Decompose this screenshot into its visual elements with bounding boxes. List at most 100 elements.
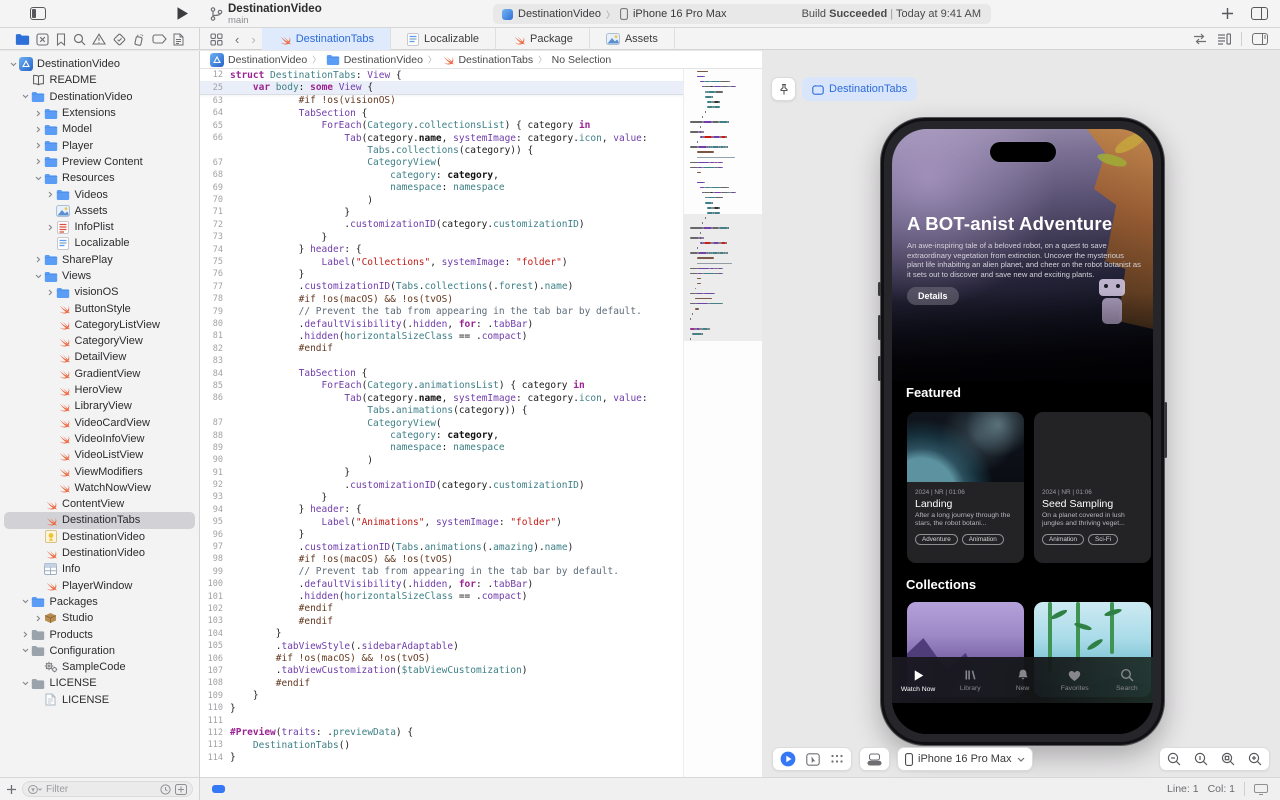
code-line-108[interactable]: 108 #endif (200, 677, 683, 689)
chevron-right-icon[interactable] (33, 158, 43, 165)
file-tree-item-studio[interactable]: Studio (0, 610, 199, 626)
line-number[interactable]: 94 (200, 505, 230, 515)
forward-button[interactable]: › (245, 32, 261, 47)
file-tree-item-extensions[interactable]: Extensions (0, 105, 199, 121)
code-line-109[interactable]: 109 } (200, 690, 683, 702)
line-number[interactable]: 105 (200, 641, 230, 651)
code-line-75[interactable]: 75 Label("Collections", systemImage: "fo… (200, 256, 683, 268)
file-tree-item-gradientview[interactable]: GradientView (0, 366, 199, 382)
code-line-69[interactable]: 69 namespace: namespace (200, 182, 683, 194)
preview-device-selector[interactable]: iPhone 16 Pro Max (897, 747, 1033, 771)
line-number[interactable]: 93 (200, 492, 230, 502)
code-line-91[interactable]: 91 } (200, 467, 683, 479)
file-tree-item-buttonstyle[interactable]: ButtonStyle (0, 300, 199, 316)
line-number[interactable]: 96 (200, 530, 230, 540)
code-line-101[interactable]: 101 .hidden(horizontalSizeClass == .comp… (200, 590, 683, 602)
code-line-wrap[interactable]: Tabs.collections(category)) { (200, 144, 683, 156)
line-number[interactable]: 106 (200, 654, 230, 664)
video-card-landing[interactable]: 2024 | NR | 01:06LandingAfter a long jou… (907, 412, 1024, 563)
source-editor[interactable]: 12struct DestinationTabs: View {25 var b… (200, 69, 762, 777)
preview-target-chip[interactable]: DestinationTabs (802, 77, 917, 101)
file-tree-item-resources[interactable]: Resources (0, 170, 199, 186)
file-tree-item-shareplay[interactable]: SharePlay (0, 252, 199, 268)
chevron-right-icon[interactable] (33, 142, 43, 149)
code-line-12[interactable]: 12struct DestinationTabs: View { (200, 69, 683, 81)
line-number[interactable]: 66 (200, 133, 230, 143)
code-line-86[interactable]: 86 Tab(category.name, systemImage: categ… (200, 392, 683, 404)
file-tree-item-videolistview[interactable]: VideoListView (0, 447, 199, 463)
phone-tab-library[interactable]: Library (944, 657, 996, 703)
line-number[interactable]: 92 (200, 480, 230, 490)
file-tree-item-viewmodifiers[interactable]: ViewModifiers (0, 463, 199, 479)
chevron-down-icon[interactable] (33, 274, 43, 279)
file-tree-item-destinationvideo[interactable]: DestinationVideo (0, 529, 199, 545)
code-line-84[interactable]: 84 TabSection { (200, 367, 683, 379)
inspector-toggle-icon[interactable] (1252, 33, 1268, 45)
project-navigator-icon[interactable] (15, 33, 30, 45)
line-number[interactable]: 87 (200, 418, 230, 428)
line-number[interactable]: 25 (200, 83, 230, 93)
line-number[interactable]: 107 (200, 666, 230, 676)
code-line-100[interactable]: 100 .defaultVisibility(.hidden, for: .ta… (200, 578, 683, 590)
code-line-88[interactable]: 88 category: category, (200, 429, 683, 441)
chevron-right-icon[interactable] (46, 191, 56, 198)
line-number[interactable]: 68 (200, 170, 230, 180)
code-line-85[interactable]: 85 ForEach(Category.animationsList) { ca… (200, 380, 683, 392)
device-settings-button[interactable] (859, 747, 890, 771)
file-tree-item-readme[interactable]: README (0, 72, 199, 88)
live-preview-button[interactable] (780, 751, 796, 767)
code-line-94[interactable]: 94 } header: { (200, 504, 683, 516)
line-number[interactable]: 72 (200, 220, 230, 230)
code-line-90[interactable]: 90 ) (200, 454, 683, 466)
file-tree-item-info[interactable]: Info (0, 561, 199, 577)
jumpbar-item[interactable]: DestinationTabs (441, 53, 533, 66)
line-number[interactable]: 65 (200, 121, 230, 131)
file-tree-item-destinationvideo[interactable]: DestinationVideo (0, 545, 199, 561)
jumpbar-item[interactable]: DestinationVideo (210, 53, 307, 67)
file-tree-item-detailview[interactable]: DetailView (0, 349, 199, 365)
video-card-seed-sampling[interactable]: 2024 | NR | 01:06Seed SamplingOn a plane… (1034, 412, 1151, 563)
add-tab-button[interactable] (1220, 6, 1235, 21)
code-line-64[interactable]: 64 TabSection { (200, 107, 683, 119)
code-line-81[interactable]: 81 .hidden(horizontalSizeClass == .compa… (200, 330, 683, 342)
code-line-105[interactable]: 105 .tabViewStyle(.sidebarAdaptable) (200, 640, 683, 652)
code-line-97[interactable]: 97 .customizationID(Tabs.animations(.ama… (200, 541, 683, 553)
editor-layout-button[interactable] (1251, 7, 1268, 20)
chevron-right-icon[interactable] (33, 615, 43, 622)
editor-tab-package[interactable]: Package (496, 28, 590, 50)
file-tree-item-playerwindow[interactable]: PlayerWindow (0, 578, 199, 594)
line-number[interactable]: 111 (200, 716, 230, 726)
code-line-66[interactable]: 66 Tab(category.name, systemImage: categ… (200, 132, 683, 144)
phone-tab-new[interactable]: New (996, 657, 1048, 703)
zoom-actual-size-button[interactable] (1194, 752, 1208, 766)
line-number[interactable]: 101 (200, 592, 230, 602)
zoom-out-button[interactable] (1167, 752, 1181, 766)
line-number[interactable]: 77 (200, 282, 230, 292)
chevron-down-icon[interactable] (21, 94, 31, 99)
tab-overview-icon[interactable] (200, 33, 229, 46)
zoom-to-fit-button[interactable] (1221, 752, 1235, 766)
file-tree-item-license[interactable]: LICENSE (0, 675, 199, 691)
jumpbar-item[interactable]: No Selection (552, 54, 612, 66)
run-button[interactable] (176, 6, 189, 21)
chevron-down-icon[interactable] (21, 648, 31, 653)
debug-icon[interactable] (133, 33, 145, 46)
code-line-80[interactable]: 80 .defaultVisibility(.hidden, for: .tab… (200, 318, 683, 330)
filter-field[interactable]: Filter (22, 781, 193, 797)
file-tree-item-heroview[interactable]: HeroView (0, 382, 199, 398)
code-line-113[interactable]: 113 DestinationTabs() (200, 739, 683, 751)
file-tree-item-model[interactable]: Model (0, 121, 199, 137)
scheme-selector[interactable]: DestinationVideo 〉 iPhone 16 Pro Max Bui… (493, 4, 991, 24)
minimap-viewport[interactable] (684, 214, 762, 341)
line-number[interactable]: 64 (200, 108, 230, 118)
line-number[interactable]: 74 (200, 245, 230, 255)
code-line-25[interactable]: 25 var body: some View { (200, 81, 683, 93)
file-tree-item-destinationvideo[interactable]: DestinationVideo (0, 56, 199, 72)
code-line-92[interactable]: 92 .customizationID(category.customizati… (200, 479, 683, 491)
file-tree-item-videoinfoview[interactable]: VideoInfoView (0, 431, 199, 447)
toggle-navigator-icon[interactable] (30, 7, 46, 20)
chevron-right-icon[interactable] (21, 631, 31, 638)
selectable-preview-button[interactable] (806, 753, 820, 766)
code-line-65[interactable]: 65 ForEach(Category.collectionsList) { c… (200, 120, 683, 132)
code-line-103[interactable]: 103 #endif (200, 615, 683, 627)
